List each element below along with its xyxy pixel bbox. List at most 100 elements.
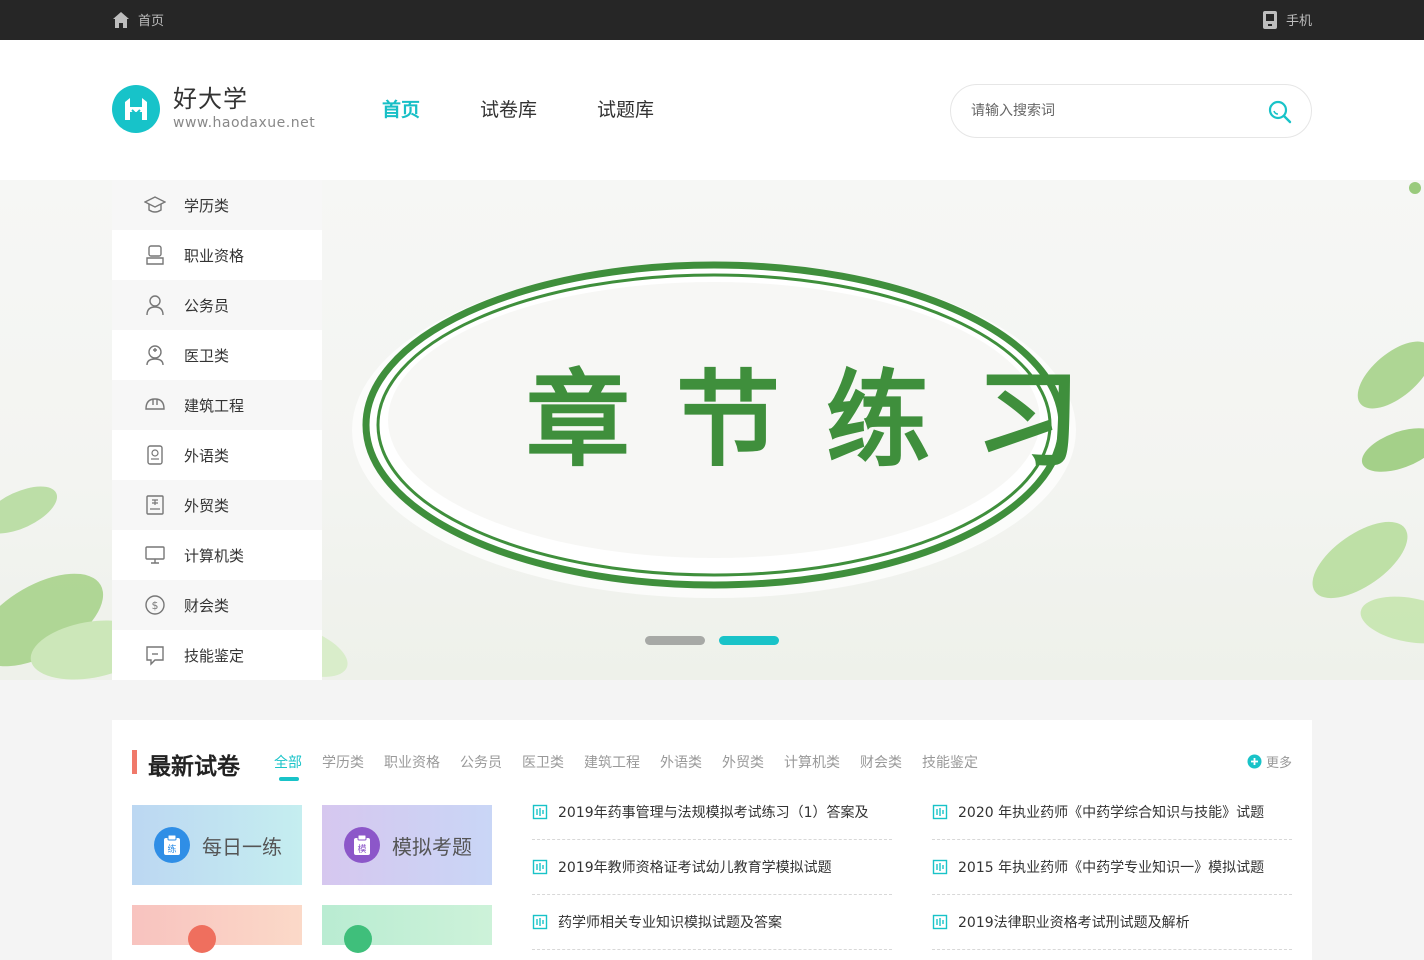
sidebar-item-label: 技能鉴定 xyxy=(184,646,245,665)
sidebar-item-computer[interactable]: 计算机类 xyxy=(112,530,322,580)
sidebar-item-label: 学历类 xyxy=(184,196,230,215)
latest-papers-section: 最新试卷 全部 学历类 职业资格 公务员 医卫类 建筑工程 外语类 外贸类 计算… xyxy=(112,720,1312,960)
sidebar-item-qualification[interactable]: 职业资格 xyxy=(112,230,322,280)
home-icon xyxy=(113,11,129,28)
nav-question-library[interactable]: 试题库 xyxy=(597,98,654,122)
tab-construction[interactable]: 建筑工程 xyxy=(584,752,640,772)
category-tabs: 全部 学历类 职业资格 公务员 医卫类 建筑工程 外语类 外贸类 计算机类 财会… xyxy=(274,752,998,781)
top-phone-link[interactable]: 手机 xyxy=(1262,10,1312,29)
list-item[interactable]: 2019法律职业资格考试刑试题及解析 xyxy=(932,895,1292,950)
monitor-icon xyxy=(144,544,166,566)
tab-all[interactable]: 全部 xyxy=(274,752,302,781)
nav-paper-library[interactable]: 试卷库 xyxy=(480,98,537,122)
tab-foreign-trade[interactable]: 外贸类 xyxy=(722,752,764,772)
chat-box-icon xyxy=(144,644,166,666)
list-item-title: 药学师相关专业知识模拟试题及答案 xyxy=(558,915,782,931)
carousel-dot-1[interactable] xyxy=(645,636,705,645)
sidebar-item-label: 外语类 xyxy=(184,446,230,465)
tab-qualification[interactable]: 职业资格 xyxy=(384,752,440,772)
mock-exam-card[interactable]: 模 模拟考题 xyxy=(322,805,492,885)
ledger-icon xyxy=(144,494,166,516)
document-icon xyxy=(532,859,548,875)
tab-skill[interactable]: 技能鉴定 xyxy=(922,752,978,772)
certificate-icon xyxy=(144,444,166,466)
user-icon xyxy=(144,294,166,316)
sidebar-item-construction[interactable]: 建筑工程 xyxy=(112,380,322,430)
list-item-title: 2019年教师资格证考试幼儿教育学模拟试题 xyxy=(558,860,832,876)
graduation-cap-icon xyxy=(144,194,166,216)
mock-badge-icon: 模 xyxy=(344,827,380,863)
sidebar-item-civil-servant[interactable]: 公务员 xyxy=(112,280,322,330)
more-link[interactable]: 更多 xyxy=(1247,752,1292,771)
search-icon[interactable] xyxy=(1267,99,1293,125)
card-label: 每日一练 xyxy=(202,834,282,859)
carousel-dot-2[interactable] xyxy=(719,636,779,645)
coin-icon: $ xyxy=(144,594,166,616)
sidebar-item-medical[interactable]: 医卫类 xyxy=(112,330,322,380)
section-title-accent xyxy=(132,750,137,774)
tab-accounting[interactable]: 财会类 xyxy=(860,752,902,772)
list-item-title: 2020 年执业药师《中药学综合知识与技能》试题 xyxy=(958,805,1265,821)
card-partial-4-icon xyxy=(344,925,372,953)
sidebar-item-foreign-language[interactable]: 外语类 xyxy=(112,430,322,480)
list-item-title: 2015 年执业药师《中药学专业知识一》模拟试题 xyxy=(958,860,1265,876)
card-partial-4[interactable] xyxy=(322,905,492,953)
list-item[interactable]: 2019年药事管理与法规模拟考试练习（1）答案及 xyxy=(532,785,892,840)
document-icon xyxy=(532,914,548,930)
id-badge-icon xyxy=(144,244,166,266)
tab-civil-servant[interactable]: 公务员 xyxy=(460,752,502,772)
document-icon xyxy=(932,804,948,820)
svg-text:$: $ xyxy=(152,599,159,612)
card-partial-3-icon xyxy=(188,925,216,953)
sidebar-item-label: 财会类 xyxy=(184,596,230,615)
card-label: 模拟考题 xyxy=(392,834,472,859)
document-icon xyxy=(532,804,548,820)
carousel-indicators xyxy=(645,636,779,645)
section-title: 最新试卷 xyxy=(148,754,240,780)
card-partial-3[interactable] xyxy=(132,905,302,953)
site-logo[interactable]: 好大学 www.haodaxue.net xyxy=(112,85,315,133)
search-box xyxy=(950,84,1312,138)
nav-home[interactable]: 首页 xyxy=(382,98,420,122)
top-phone-label: 手机 xyxy=(1285,14,1312,29)
sidebar-item-education[interactable]: 学历类 xyxy=(112,180,322,230)
practice-badge-icon: 练 xyxy=(154,827,190,863)
tab-medical[interactable]: 医卫类 xyxy=(522,752,564,772)
logo-mark-icon xyxy=(112,85,160,133)
category-sidebar: 学历类 职业资格 公务员 医卫类 建筑工程 外语类 外贸类 计算机类 $ 财会类… xyxy=(112,180,322,680)
tab-foreign-language[interactable]: 外语类 xyxy=(660,752,702,772)
paper-list-right: 2020 年执业药师《中药学综合知识与技能》试题 2015 年执业药师《中药学专… xyxy=(932,785,1292,950)
list-item[interactable]: 药学师相关专业知识模拟试题及答案 xyxy=(532,895,892,950)
svg-text:模: 模 xyxy=(357,844,366,855)
sidebar-item-foreign-trade[interactable]: 外贸类 xyxy=(112,480,322,530)
document-icon xyxy=(932,859,948,875)
search-input[interactable] xyxy=(971,100,1261,122)
sidebar-item-label: 医卫类 xyxy=(184,346,230,365)
sidebar-item-label: 计算机类 xyxy=(184,546,245,565)
top-home-link[interactable]: 首页 xyxy=(112,10,164,29)
sidebar-item-label: 建筑工程 xyxy=(184,396,245,415)
svg-text:练: 练 xyxy=(167,843,176,855)
sidebar-item-label: 公务员 xyxy=(184,296,230,315)
document-icon xyxy=(932,914,948,930)
daily-practice-card[interactable]: 练 每日一练 xyxy=(132,805,302,885)
more-label: 更多 xyxy=(1265,756,1292,771)
tab-education[interactable]: 学历类 xyxy=(322,752,364,772)
list-item-title: 2019法律职业资格考试刑试题及解析 xyxy=(958,915,1190,931)
main-nav: 首页 试卷库 试题库 xyxy=(382,98,714,122)
sidebar-item-skill[interactable]: 技能鉴定 xyxy=(112,630,322,680)
sidebar-item-accounting[interactable]: $ 财会类 xyxy=(112,580,322,630)
helmet-icon xyxy=(144,394,166,416)
list-item[interactable]: 2019年教师资格证考试幼儿教育学模拟试题 xyxy=(532,840,892,895)
banner-title: 章节练习 xyxy=(526,359,1127,481)
list-item[interactable]: 2020 年执业药师《中药学综合知识与技能》试题 xyxy=(932,785,1292,840)
top-home-label: 首页 xyxy=(138,14,165,29)
sidebar-item-label: 外贸类 xyxy=(184,496,230,515)
top-bar: 首页 手机 xyxy=(0,0,1424,40)
plus-circle-icon xyxy=(1247,754,1262,769)
list-item[interactable]: 2015 年执业药师《中药学专业知识一》模拟试题 xyxy=(932,840,1292,895)
site-name: 好大学 xyxy=(173,85,248,113)
phone-icon xyxy=(1262,10,1277,29)
tab-computer[interactable]: 计算机类 xyxy=(784,752,840,772)
paper-list-left: 2019年药事管理与法规模拟考试练习（1）答案及 2019年教师资格证考试幼儿教… xyxy=(532,785,892,950)
